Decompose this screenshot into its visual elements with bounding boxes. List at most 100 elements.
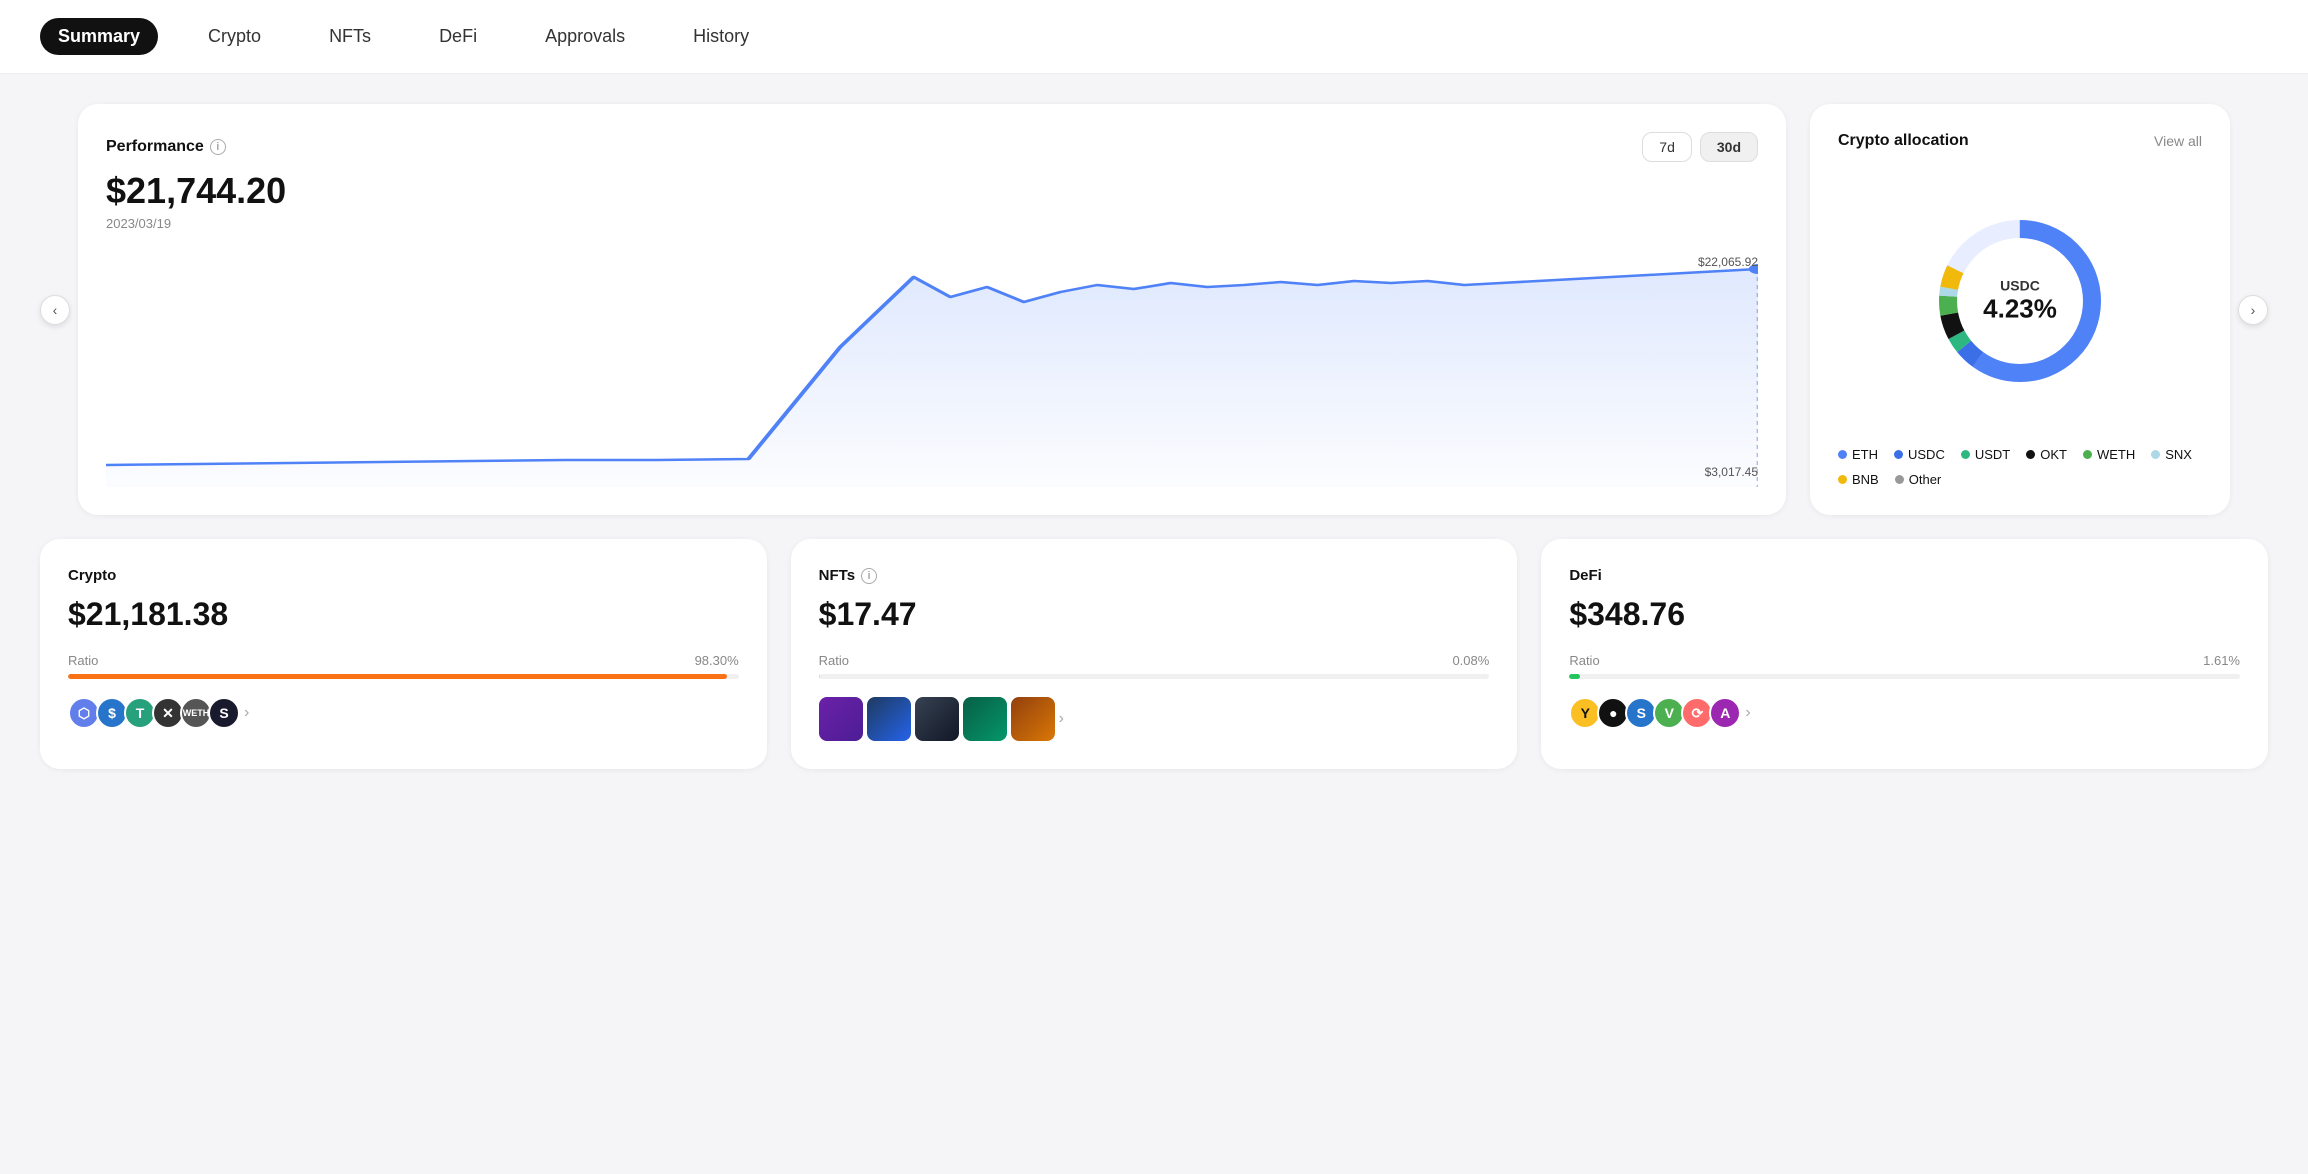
allocation-card: Crypto allocation View all bbox=[1810, 104, 2230, 515]
nfts-ratio-pct: 0.08% bbox=[1452, 653, 1489, 668]
donut-section: USDC 4.23% bbox=[1838, 170, 2202, 431]
performance-card: Performance i 7d 30d $21,744.20 2023/03/… bbox=[78, 104, 1786, 515]
legend-label-eth: ETH bbox=[1852, 447, 1878, 462]
defi-token-icon-6: A bbox=[1709, 697, 1741, 729]
nft-thumb-5 bbox=[1011, 697, 1055, 741]
donut-label: USDC bbox=[1983, 277, 2057, 293]
time-btns: 7d 30d bbox=[1642, 132, 1758, 162]
legend-dot-okt bbox=[2026, 450, 2035, 459]
defi-ratio-row: Ratio 1.61% bbox=[1569, 653, 2240, 668]
legend-item-other: Other bbox=[1895, 472, 1942, 487]
nav-item-defi[interactable]: DeFi bbox=[421, 18, 495, 55]
legend-item-bnb: BNB bbox=[1838, 472, 1879, 487]
nft-thumb-4 bbox=[963, 697, 1007, 741]
time-btn-7d[interactable]: 7d bbox=[1642, 132, 1692, 162]
donut-center: USDC 4.23% bbox=[1983, 277, 2057, 324]
crypto-card-amount: $21,181.38 bbox=[68, 596, 739, 633]
nav-item-crypto[interactable]: Crypto bbox=[190, 18, 279, 55]
alloc-title: Crypto allocation bbox=[1838, 132, 1969, 150]
chart-label-low: $3,017.45 bbox=[1705, 465, 1758, 479]
chart-label-high: $22,065.92 bbox=[1698, 255, 1758, 269]
nav-item-nfts[interactable]: NFTs bbox=[311, 18, 389, 55]
nfts-ratio-bar-fill bbox=[819, 674, 820, 679]
crypto-ratio-bar-fill bbox=[68, 674, 727, 679]
legend-dot-weth bbox=[2083, 450, 2092, 459]
nft-thumb-3 bbox=[915, 697, 959, 741]
time-btn-30d[interactable]: 30d bbox=[1700, 132, 1758, 162]
crypto-card-title-text: Crypto bbox=[68, 567, 116, 584]
crypto-ratio-bar-bg bbox=[68, 674, 739, 679]
legend-label-okt: OKT bbox=[2040, 447, 2067, 462]
left-arrow-btn[interactable]: ‹ bbox=[40, 295, 70, 325]
defi-bottom-card: DeFi $348.76 Ratio 1.61% Y ● S V ⟳ A › bbox=[1541, 539, 2268, 769]
crypto-ratio-row: Ratio 98.30% bbox=[68, 653, 739, 668]
view-all-btn[interactable]: View all bbox=[2154, 133, 2202, 149]
chart-container: $22,065.92 $3,017.45 bbox=[106, 247, 1758, 487]
perf-title: Performance i bbox=[106, 138, 226, 156]
legend: ETH USDC USDT OKT bbox=[1838, 447, 2202, 487]
nfts-ratio-bar-bg bbox=[819, 674, 1490, 679]
nfts-card-title: NFTs i bbox=[819, 567, 1490, 584]
crypto-ratio-label: Ratio bbox=[68, 653, 98, 668]
bottom-row: Crypto $21,181.38 Ratio 98.30% ⬡ $ T ✕ W… bbox=[40, 539, 2268, 769]
defi-card-amount: $348.76 bbox=[1569, 596, 2240, 633]
nfts-card-title-text: NFTs bbox=[819, 567, 855, 584]
defi-ratio-label: Ratio bbox=[1569, 653, 1599, 668]
defi-ratio-bar-fill bbox=[1569, 674, 1580, 679]
crypto-ratio-pct: 98.30% bbox=[695, 653, 739, 668]
crypto-token-icons: ⬡ $ T ✕ WETH S bbox=[68, 697, 240, 729]
nfts-chevron-icon[interactable]: › bbox=[1059, 710, 1064, 728]
legend-dot-bnb bbox=[1838, 475, 1847, 484]
perf-title-text: Performance bbox=[106, 138, 204, 156]
legend-label-other: Other bbox=[1909, 472, 1942, 487]
legend-label-usdt: USDT bbox=[1975, 447, 2010, 462]
legend-item-eth: ETH bbox=[1838, 447, 1878, 462]
nfts-ratio-label: Ratio bbox=[819, 653, 849, 668]
nfts-card-amount: $17.47 bbox=[819, 596, 1490, 633]
legend-label-weth: WETH bbox=[2097, 447, 2135, 462]
top-row-wrapper: ‹ Performance i 7d 30d $21,744.20 2023/0… bbox=[40, 104, 2268, 515]
legend-dot-usdc bbox=[1894, 450, 1903, 459]
defi-token-row: Y ● S V ⟳ A › bbox=[1569, 697, 2240, 729]
crypto-chevron-icon[interactable]: › bbox=[244, 704, 249, 722]
main-content: ‹ Performance i 7d 30d $21,744.20 2023/0… bbox=[0, 74, 2308, 799]
legend-dot-other bbox=[1895, 475, 1904, 484]
defi-ratio-bar-bg bbox=[1569, 674, 2240, 679]
defi-token-icons: Y ● S V ⟳ A bbox=[1569, 697, 1741, 729]
nav-item-summary[interactable]: Summary bbox=[40, 18, 158, 55]
nfts-bottom-card: NFTs i $17.47 Ratio 0.08% › bbox=[791, 539, 1518, 769]
legend-dot-snx bbox=[2151, 450, 2160, 459]
defi-chevron-icon[interactable]: › bbox=[1745, 704, 1750, 722]
nav-item-history[interactable]: History bbox=[675, 18, 767, 55]
perf-amount: $21,744.20 bbox=[106, 170, 1758, 212]
nav-item-approvals[interactable]: Approvals bbox=[527, 18, 643, 55]
legend-item-usdc: USDC bbox=[1894, 447, 1945, 462]
token-icon-snx: S bbox=[208, 697, 240, 729]
legend-dot-eth bbox=[1838, 450, 1847, 459]
top-row: Performance i 7d 30d $21,744.20 2023/03/… bbox=[78, 104, 2230, 515]
legend-label-bnb: BNB bbox=[1852, 472, 1879, 487]
defi-card-title-text: DeFi bbox=[1569, 567, 1602, 584]
perf-date: 2023/03/19 bbox=[106, 216, 1758, 231]
defi-ratio-pct: 1.61% bbox=[2203, 653, 2240, 668]
nft-thumbs bbox=[819, 697, 1055, 741]
legend-item-snx: SNX bbox=[2151, 447, 2192, 462]
nft-thumb-1 bbox=[819, 697, 863, 741]
legend-item-usdt: USDT bbox=[1961, 447, 2010, 462]
crypto-bottom-card: Crypto $21,181.38 Ratio 98.30% ⬡ $ T ✕ W… bbox=[40, 539, 767, 769]
legend-label-usdc: USDC bbox=[1908, 447, 1945, 462]
defi-card-title: DeFi bbox=[1569, 567, 2240, 584]
crypto-card-title: Crypto bbox=[68, 567, 739, 584]
donut-wrapper: USDC 4.23% bbox=[1920, 201, 2120, 401]
nfts-info-icon[interactable]: i bbox=[861, 568, 877, 584]
legend-dot-usdt bbox=[1961, 450, 1970, 459]
nfts-thumb-row: › bbox=[819, 697, 1490, 741]
donut-pct: 4.23% bbox=[1983, 293, 2057, 324]
nav-bar: Summary Crypto NFTs DeFi Approvals Histo… bbox=[0, 0, 2308, 74]
legend-label-snx: SNX bbox=[2165, 447, 2192, 462]
perf-info-icon[interactable]: i bbox=[210, 139, 226, 155]
crypto-token-row: ⬡ $ T ✕ WETH S › bbox=[68, 697, 739, 729]
perf-header: Performance i 7d 30d bbox=[106, 132, 1758, 162]
alloc-header: Crypto allocation View all bbox=[1838, 132, 2202, 150]
right-arrow-btn[interactable]: › bbox=[2238, 295, 2268, 325]
